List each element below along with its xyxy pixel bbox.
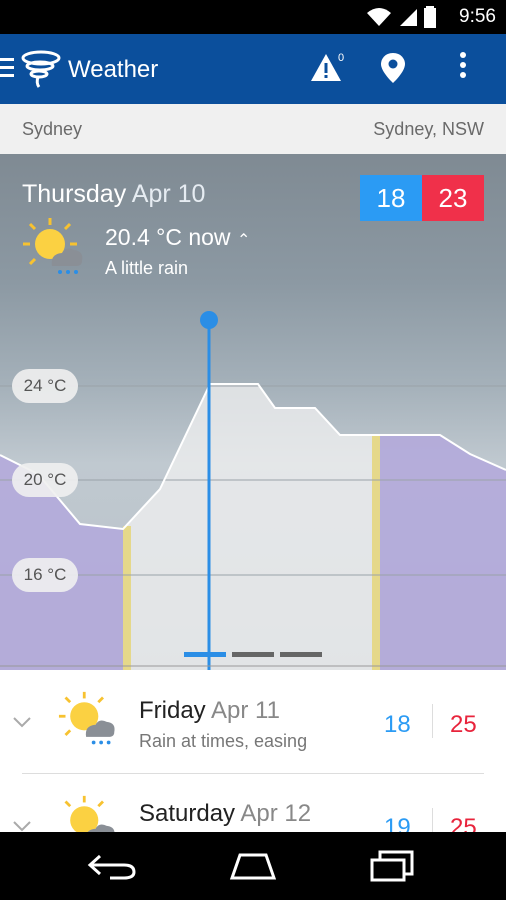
status-time: 9:56 bbox=[459, 6, 496, 27]
status-icons bbox=[366, 6, 436, 28]
forecast-row[interactable]: Saturday Apr 12 19 25 bbox=[0, 774, 506, 832]
forecast-list: Friday Apr 11 Rain at times, easing 18 2… bbox=[0, 670, 506, 832]
status-bar: 9:56 bbox=[0, 0, 506, 34]
home-icon[interactable] bbox=[226, 852, 280, 880]
temp-separator bbox=[432, 808, 433, 832]
chart-label-20: 20 °C bbox=[12, 463, 78, 497]
forecast-day: Friday bbox=[139, 697, 206, 724]
location-name: Sydney bbox=[22, 119, 83, 139]
cyclone-logo-icon[interactable] bbox=[20, 50, 62, 88]
chart-label-16: 16 °C bbox=[12, 558, 78, 592]
today-min: 18 bbox=[360, 175, 422, 221]
sun-cloud-icon bbox=[64, 795, 115, 832]
sun-rain-icon bbox=[58, 691, 115, 745]
forecast-max: 25 bbox=[450, 711, 477, 738]
forecast-min: 18 bbox=[384, 711, 411, 738]
page-indicator-3 bbox=[280, 652, 322, 657]
battery-icon bbox=[424, 6, 436, 28]
location-region: Sydney, NSW bbox=[373, 119, 484, 139]
chevron-down-icon[interactable] bbox=[12, 716, 32, 728]
chevron-up-icon: ⌃ bbox=[236, 232, 251, 249]
page-indicator-2 bbox=[232, 652, 274, 657]
current-condition: A little rain bbox=[105, 258, 189, 278]
sunset-line bbox=[372, 435, 380, 670]
today-panel: Thursday Apr 10 18 23 20.4 °C now ⌃ A li… bbox=[0, 154, 506, 670]
forecast-date: Apr 11 bbox=[211, 697, 280, 724]
back-icon[interactable] bbox=[86, 852, 138, 880]
forecast-heading: Saturday Apr 12 bbox=[139, 800, 311, 828]
menu-icon[interactable] bbox=[0, 58, 18, 78]
page-indicator[interactable] bbox=[184, 652, 322, 657]
day-area bbox=[123, 384, 378, 670]
forecast-date: Apr 12 bbox=[240, 800, 312, 827]
page-indicator-1 bbox=[184, 652, 226, 657]
sun-rain-icon bbox=[23, 218, 83, 274]
wifi-icon bbox=[367, 8, 391, 26]
forecast-row[interactable]: Friday Apr 11 Rain at times, easing 18 2… bbox=[0, 670, 506, 774]
location-bar[interactable]: Sydney Sydney, NSW bbox=[0, 104, 506, 155]
temp-separator bbox=[432, 704, 433, 738]
forecast-min: 19 bbox=[384, 814, 411, 832]
today-heading: Thursday Apr 10 bbox=[22, 180, 205, 209]
forecast-heading: Friday Apr 11 bbox=[139, 697, 280, 725]
forecast-condition: Rain at times, easing bbox=[139, 731, 308, 751]
current-temperature[interactable]: 20.4 °C now ⌃ bbox=[105, 224, 250, 251]
night-area-right bbox=[378, 435, 506, 670]
now-marker-dot bbox=[200, 311, 218, 329]
sunrise-line bbox=[123, 526, 131, 670]
today-max: 23 bbox=[422, 175, 484, 221]
today-date: Apr 10 bbox=[131, 180, 206, 208]
today-day: Thursday bbox=[22, 180, 127, 208]
app-title: Weather bbox=[68, 56, 159, 83]
forecast-max: 25 bbox=[450, 814, 477, 832]
chevron-down-icon[interactable] bbox=[12, 820, 32, 832]
today-temp-range: 18 23 bbox=[360, 175, 484, 221]
navigation-bar bbox=[0, 832, 506, 900]
app-bar: Weather 0 bbox=[0, 34, 506, 104]
location-pin-icon[interactable] bbox=[380, 52, 406, 84]
overflow-menu-icon[interactable] bbox=[460, 52, 470, 82]
recents-icon[interactable] bbox=[370, 850, 414, 882]
signal-icon bbox=[400, 9, 417, 26]
warning-count: 0 bbox=[338, 52, 345, 64]
chart-label-24: 24 °C bbox=[12, 369, 78, 403]
forecast-day: Saturday bbox=[139, 800, 236, 827]
